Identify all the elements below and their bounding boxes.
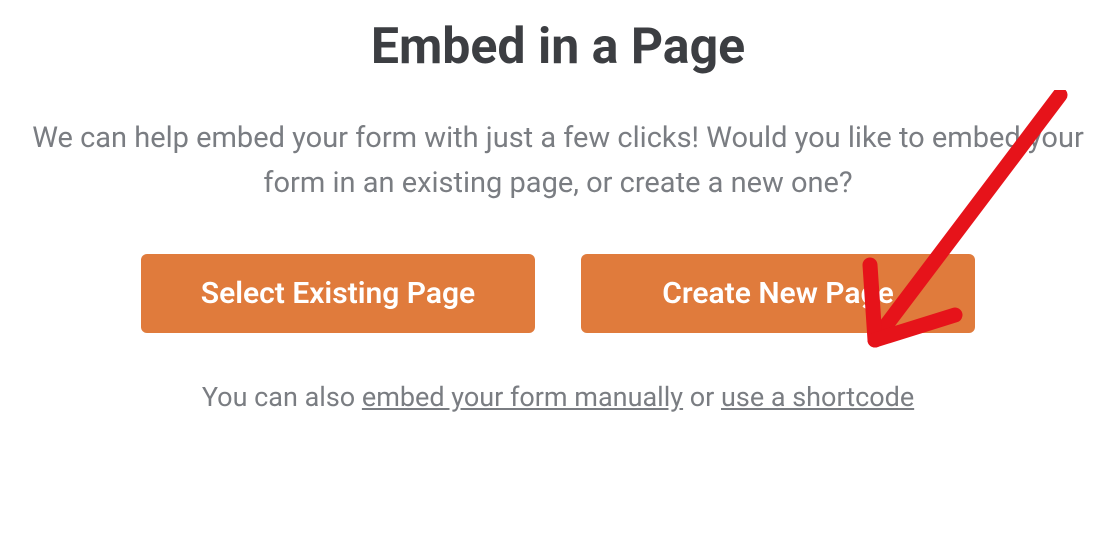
page-title: Embed in a Page bbox=[371, 18, 745, 76]
footer-prefix: You can also bbox=[202, 381, 362, 413]
use-shortcode-link[interactable]: use a shortcode bbox=[721, 381, 914, 413]
footer-middle: or bbox=[683, 381, 721, 413]
embed-manually-link[interactable]: embed your form manually bbox=[362, 381, 683, 413]
button-row: Select Existing Page Create New Page bbox=[141, 254, 975, 333]
create-new-page-button[interactable]: Create New Page bbox=[581, 254, 975, 333]
page-description: We can help embed your form with just a … bbox=[28, 116, 1088, 206]
footer-text: You can also embed your form manually or… bbox=[202, 381, 914, 413]
select-existing-page-button[interactable]: Select Existing Page bbox=[141, 254, 535, 333]
